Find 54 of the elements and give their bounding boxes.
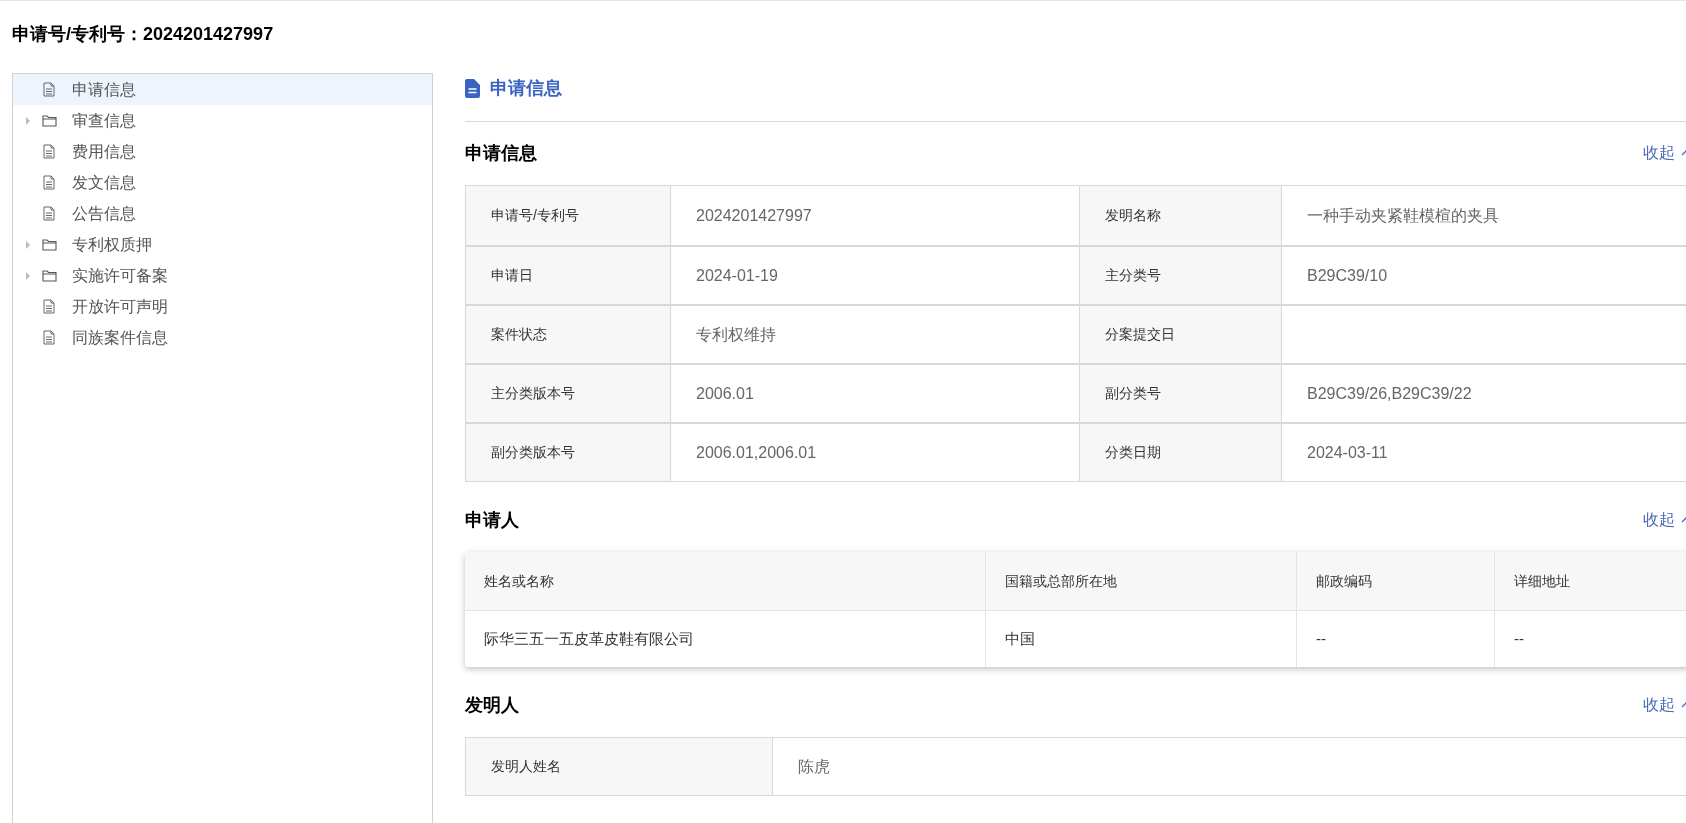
document-icon <box>43 299 55 314</box>
folder-icon <box>41 238 57 251</box>
column-header: 国籍或总部所在地 <box>985 552 1296 610</box>
field-value: B29C39/10 <box>1281 247 1686 304</box>
page-title: 申请号/专利号：2024201427997 <box>11 23 275 46</box>
field-label: 主分类号 <box>1079 247 1281 304</box>
section-title: 申请信息 <box>465 141 537 165</box>
section-title: 申请人 <box>465 508 519 532</box>
document-icon <box>43 144 55 159</box>
caret-right-icon[interactable] <box>25 240 31 249</box>
tree-item[interactable]: 审查信息 <box>13 105 432 136</box>
field-value: 2024-03-11 <box>1281 424 1686 481</box>
collapse-toggle[interactable]: 收起 <box>1643 508 1686 532</box>
field-value: 陈虎 <box>772 738 1686 795</box>
folder-icon <box>41 269 57 282</box>
tree-item[interactable]: 发文信息 <box>13 167 432 198</box>
document-icon <box>43 206 55 221</box>
field-label: 发明名称 <box>1079 186 1281 245</box>
field-value: 一种手动夹紧鞋模楦的夹具 <box>1281 186 1686 245</box>
document-icon <box>43 330 55 345</box>
panel-title: 申请信息 <box>490 76 562 100</box>
field-label: 副分类号 <box>1079 365 1281 422</box>
field-label: 申请日 <box>466 247 670 304</box>
field-label: 申请号/专利号 <box>466 186 670 245</box>
tree-item[interactable]: 实施许可备案 <box>13 260 432 291</box>
tree-item[interactable]: 专利权质押 <box>13 229 432 260</box>
tree-item[interactable]: 申请信息 <box>13 74 432 105</box>
table-cell-text: 际华三五一五皮革皮鞋有限公司 <box>483 628 695 649</box>
tree-item[interactable]: 同族案件信息 <box>13 322 432 353</box>
collapse-toggle[interactable]: 收起 <box>1643 693 1686 717</box>
field-label: 分案提交日 <box>1079 306 1281 363</box>
caret-right-icon[interactable] <box>25 271 31 280</box>
field-label: 主分类版本号 <box>466 365 670 422</box>
section-title: 发明人 <box>465 693 519 717</box>
document-icon <box>43 175 55 190</box>
tree-item[interactable]: 开放许可声明 <box>13 291 432 322</box>
column-header: 详细地址 <box>1494 552 1686 610</box>
folder-icon <box>41 114 57 127</box>
collapse-toggle[interactable]: 收起 <box>1643 141 1686 165</box>
tree-item[interactable]: 费用信息 <box>13 136 432 167</box>
caret-right-icon[interactable] <box>25 116 31 125</box>
field-label: 副分类版本号 <box>466 424 670 481</box>
column-header: 邮政编码 <box>1296 552 1494 610</box>
table-cell: 中国 <box>985 611 1296 667</box>
field-label: 发明人姓名 <box>466 738 772 795</box>
document-icon <box>43 82 55 97</box>
document-icon <box>465 78 480 98</box>
field-label: 案件状态 <box>466 306 670 363</box>
field-value: B29C39/26,B29C39/22 <box>1281 365 1686 422</box>
column-header: 姓名或名称 <box>483 571 555 591</box>
tree-item[interactable]: 公告信息 <box>13 198 432 229</box>
field-label: 分类日期 <box>1079 424 1281 481</box>
table-cell: -- <box>1494 611 1686 667</box>
table-cell: -- <box>1296 611 1494 667</box>
